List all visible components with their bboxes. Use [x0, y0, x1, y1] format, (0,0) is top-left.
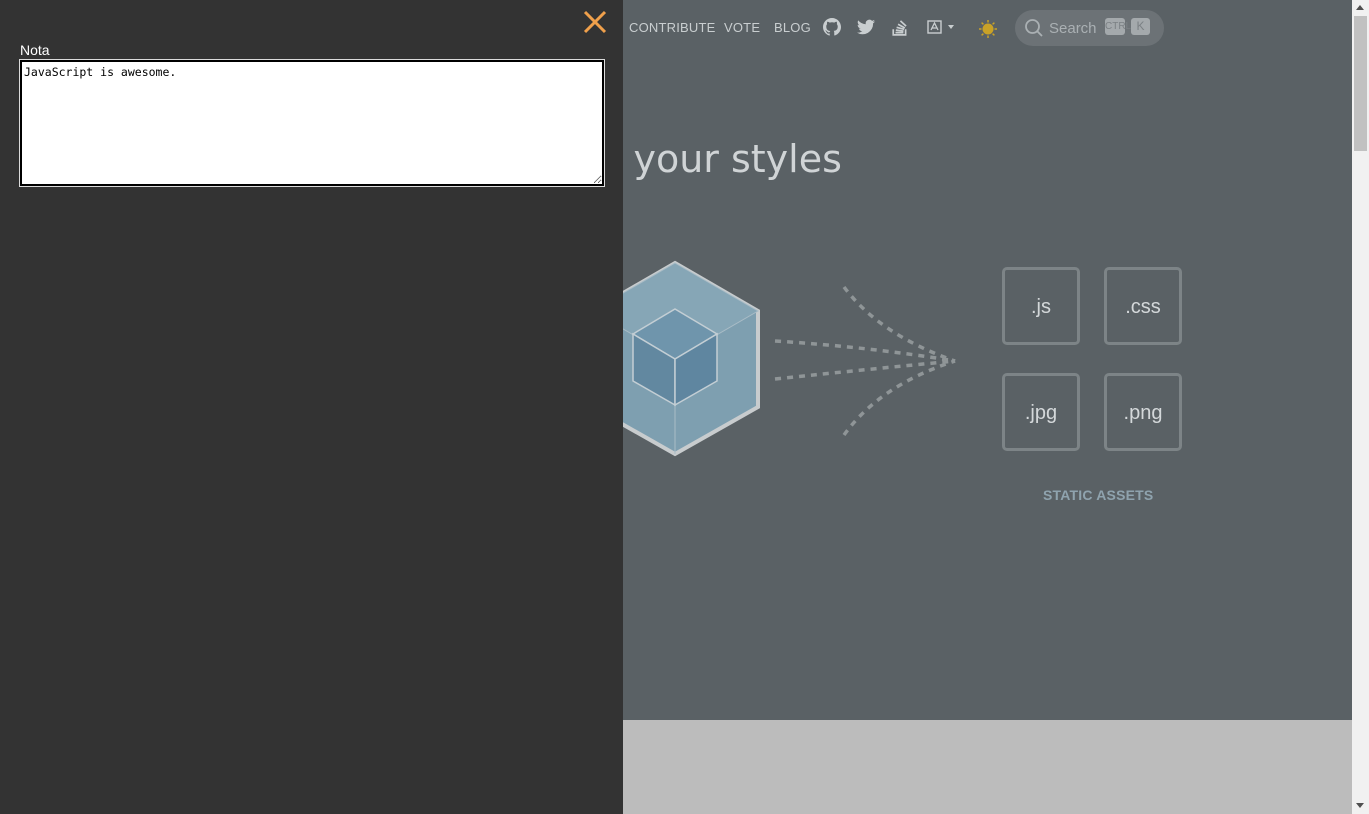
- theme-toggle-icon[interactable]: [978, 19, 998, 39]
- k-key: K: [1131, 18, 1150, 35]
- nav-link-contribute[interactable]: CONTRIBUTE: [629, 20, 716, 35]
- language-icon[interactable]: [927, 18, 957, 36]
- note-panel: Nota JavaScript is awesome.: [0, 0, 623, 814]
- hero-headline: e your styles: [598, 137, 842, 182]
- page-scrollbar[interactable]: [1352, 0, 1369, 814]
- static-assets-label: STATIC ASSETS: [1043, 487, 1154, 503]
- search-button[interactable]: Search CTRL K: [1015, 10, 1164, 46]
- scroll-thumb[interactable]: [1354, 16, 1367, 151]
- stackoverflow-icon[interactable]: [891, 18, 909, 36]
- nav-link-vote[interactable]: VOTE: [724, 20, 760, 35]
- scroll-up-arrow[interactable]: [1356, 5, 1364, 10]
- asset-css: .css: [1104, 267, 1182, 345]
- twitter-icon[interactable]: [857, 18, 875, 36]
- asset-png: .png: [1104, 373, 1182, 451]
- ctrl-key: CTRL: [1105, 18, 1131, 35]
- search-placeholder: Search: [1049, 20, 1097, 37]
- asset-js: .js: [1002, 267, 1080, 345]
- scroll-down-arrow[interactable]: [1356, 803, 1364, 808]
- nav-link-blog[interactable]: BLOG: [774, 20, 811, 35]
- search-icon: [1025, 19, 1043, 37]
- note-label: Nota: [20, 42, 50, 58]
- note-textarea[interactable]: JavaScript is awesome.: [19, 59, 605, 187]
- github-icon[interactable]: [823, 18, 841, 36]
- close-icon[interactable]: [581, 8, 609, 36]
- asset-jpg: .jpg: [1002, 373, 1080, 451]
